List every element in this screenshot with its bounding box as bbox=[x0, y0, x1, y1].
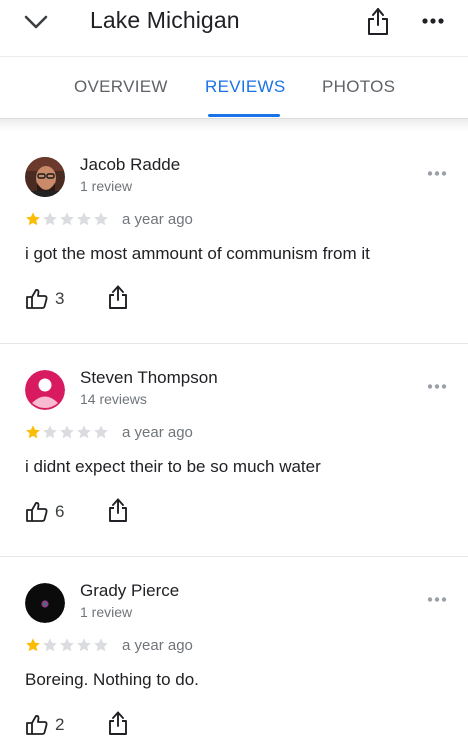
review-count: 14 reviews bbox=[80, 391, 147, 407]
share-button[interactable] bbox=[364, 4, 392, 38]
back-button[interactable] bbox=[20, 8, 52, 36]
divider bbox=[0, 343, 468, 344]
share-review-button[interactable] bbox=[107, 496, 129, 524]
review-more-button[interactable] bbox=[424, 165, 450, 181]
star-empty-icon bbox=[94, 638, 108, 652]
review-more-button[interactable] bbox=[424, 591, 450, 607]
star-filled-icon bbox=[26, 638, 40, 652]
review-date: a year ago bbox=[122, 637, 193, 654]
reviewer-name[interactable]: Jacob Radde bbox=[80, 155, 180, 175]
avatar[interactable] bbox=[25, 370, 65, 410]
avatar[interactable] bbox=[25, 583, 65, 623]
review-card: Jacob Radde 1 review a year ago i got th… bbox=[0, 130, 468, 342]
star-filled-icon bbox=[26, 425, 40, 439]
tab-bar: OVERVIEW REVIEWS PHOTOS bbox=[0, 56, 468, 119]
like-button[interactable]: 3 bbox=[25, 287, 64, 311]
review-card: Steven Thompson 14 reviews a year ago i … bbox=[0, 343, 468, 555]
review-text: i got the most ammount of communism from… bbox=[25, 244, 370, 263]
more-horiz-icon bbox=[427, 596, 447, 602]
thumbs-up-icon bbox=[26, 289, 48, 309]
person-icon bbox=[25, 370, 65, 410]
like-button[interactable]: 2 bbox=[25, 713, 64, 737]
review-more-button[interactable] bbox=[424, 378, 450, 394]
star-rating bbox=[25, 637, 109, 653]
star-empty-icon bbox=[94, 425, 108, 439]
user-photo-icon bbox=[25, 583, 65, 623]
review-text: Boreing. Nothing to do. bbox=[25, 670, 199, 689]
share-icon bbox=[368, 8, 388, 35]
review-count: 1 review bbox=[80, 604, 133, 620]
avatar[interactable] bbox=[25, 157, 65, 197]
review-date: a year ago bbox=[122, 424, 193, 441]
star-empty-icon bbox=[60, 425, 74, 439]
more-horiz-icon bbox=[422, 18, 444, 24]
share-review-button[interactable] bbox=[107, 283, 129, 311]
star-empty-icon bbox=[77, 638, 91, 652]
thumbs-up-icon bbox=[26, 715, 48, 735]
share-icon bbox=[109, 711, 127, 735]
review-date: a year ago bbox=[122, 211, 193, 228]
tab-overview[interactable]: OVERVIEW bbox=[74, 77, 168, 97]
star-rating bbox=[25, 424, 109, 440]
active-tab-indicator bbox=[208, 114, 280, 117]
like-button[interactable]: 6 bbox=[25, 500, 64, 524]
star-empty-icon bbox=[94, 212, 108, 226]
review-card: Grady Pierce 1 review a year ago Boreing… bbox=[0, 556, 468, 750]
chevron-down-icon bbox=[24, 15, 48, 29]
review-count: 1 review bbox=[80, 178, 133, 194]
app-header: Lake Michigan bbox=[0, 0, 468, 44]
more-options-button[interactable] bbox=[418, 8, 448, 34]
share-review-button[interactable] bbox=[107, 709, 129, 737]
share-icon bbox=[109, 285, 127, 309]
review-text: i didnt expect their to be so much water bbox=[25, 457, 321, 476]
star-empty-icon bbox=[77, 212, 91, 226]
star-empty-icon bbox=[60, 212, 74, 226]
page-title: Lake Michigan bbox=[90, 7, 240, 33]
star-empty-icon bbox=[60, 638, 74, 652]
star-filled-icon bbox=[26, 212, 40, 226]
more-horiz-icon bbox=[427, 383, 447, 389]
thumbs-up-icon bbox=[26, 502, 48, 522]
more-horiz-icon bbox=[427, 170, 447, 176]
like-count: 2 bbox=[55, 715, 65, 734]
reviewer-name[interactable]: Grady Pierce bbox=[80, 581, 179, 601]
share-icon bbox=[109, 498, 127, 522]
star-empty-icon bbox=[43, 638, 57, 652]
like-count: 6 bbox=[55, 502, 65, 521]
star-empty-icon bbox=[77, 425, 91, 439]
reviewer-name[interactable]: Steven Thompson bbox=[80, 368, 218, 388]
user-photo-icon bbox=[25, 157, 65, 197]
tab-reviews[interactable]: REVIEWS bbox=[205, 77, 286, 97]
like-count: 3 bbox=[55, 289, 65, 308]
star-empty-icon bbox=[43, 425, 57, 439]
star-empty-icon bbox=[43, 212, 57, 226]
tab-photos[interactable]: PHOTOS bbox=[322, 77, 395, 97]
star-rating bbox=[25, 211, 109, 227]
divider bbox=[0, 556, 468, 557]
